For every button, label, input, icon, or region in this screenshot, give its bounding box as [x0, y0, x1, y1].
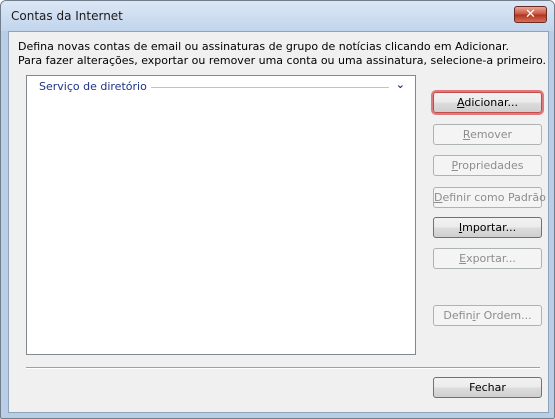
- import-button[interactable]: Importar...: [433, 217, 542, 238]
- set-default-button[interactable]: Definir como Padrão: [433, 187, 546, 208]
- remove-button[interactable]: Remover: [433, 124, 542, 145]
- close-window-button[interactable]: ✕: [514, 6, 547, 23]
- export-button-label: xportar...: [466, 252, 516, 265]
- export-button[interactable]: Exportar...: [433, 248, 542, 269]
- group-header-directory-service[interactable]: Serviço de diretório ⌄: [39, 78, 405, 94]
- set-order-button-label-start: Defin: [443, 309, 473, 322]
- set-order-button[interactable]: Definir Ordem...: [433, 305, 542, 326]
- accounts-list[interactable]: Serviço de diretório ⌄: [26, 75, 416, 355]
- title-bar[interactable]: Contas da Internet ✕: [1, 1, 554, 31]
- add-button-label: dicionar...: [464, 96, 518, 109]
- add-button[interactable]: Adicionar...: [433, 92, 542, 113]
- dialog-client-area: Defina novas contas de email ou assinatu…: [8, 31, 549, 413]
- close-icon: ✕: [525, 7, 536, 22]
- instructions-text: Defina novas contas de email ou assinatu…: [18, 40, 546, 68]
- properties-button-label: ropriedades: [457, 159, 524, 172]
- window-title: Contas da Internet: [11, 9, 123, 23]
- remove-button-mnemonic: R: [462, 128, 471, 141]
- chevron-down-icon[interactable]: ⌄: [396, 78, 405, 91]
- instructions-line-1: Defina novas contas de email ou assinatu…: [18, 40, 509, 53]
- footer-separator: [26, 367, 540, 369]
- properties-button[interactable]: Propriedades: [433, 155, 542, 176]
- group-label: Serviço de diretório: [39, 80, 151, 93]
- internet-accounts-dialog: Contas da Internet ✕ Defina novas contas…: [0, 0, 555, 419]
- remove-button-label: emover: [470, 128, 513, 141]
- set-default-button-label: efinir como Padrão: [442, 191, 546, 204]
- set-order-button-label: r Ordem...: [475, 309, 532, 322]
- instructions-line-2: Para fazer alterações, exportar ou remov…: [18, 54, 546, 67]
- close-button[interactable]: Fechar: [433, 377, 542, 398]
- import-button-label: mportar...: [462, 221, 517, 234]
